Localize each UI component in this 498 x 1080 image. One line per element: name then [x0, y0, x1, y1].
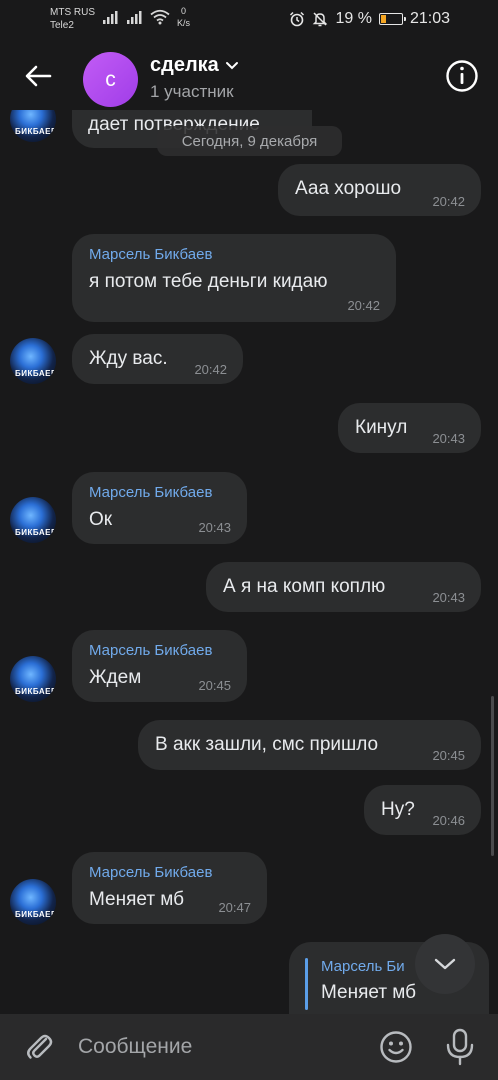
message-time: 20:43 — [198, 520, 231, 535]
message-text: Ааа хорошо — [295, 178, 402, 199]
message-time: 20:42 — [194, 362, 227, 377]
message-list[interactable]: БИКБАЕВ дает потверждение Сегодня, 9 дек… — [0, 110, 498, 1014]
network-speed-unit: K/s — [177, 18, 191, 28]
reply-sender-name: Марсель Би — [321, 958, 405, 975]
battery-icon — [378, 13, 406, 25]
incoming-message[interactable]: Марсель Бикбаев я потом тебе деньги кида… — [72, 234, 396, 322]
message-time: 20:43 — [432, 431, 465, 446]
network-speed: 0 K/s — [177, 5, 190, 29]
message-time: 20:42 — [432, 194, 465, 209]
message-time: 20:45 — [198, 678, 231, 693]
alarm-icon — [290, 11, 305, 27]
message-time: 20:46 — [432, 813, 465, 828]
message-text: я потом тебе деньги кидаю — [89, 271, 328, 292]
reply-quote-bar — [305, 958, 308, 1010]
chevron-down-icon — [225, 62, 238, 70]
clock: 21:03 — [409, 10, 450, 27]
incoming-message[interactable]: Марсель Бикбаев Ждем 20:45 — [72, 630, 247, 702]
outgoing-message[interactable]: Ну? 20:46 — [364, 785, 481, 835]
sender-name: Марсель Бикбаев — [89, 484, 213, 501]
carrier-labels: MTS RUS Tele2 — [50, 6, 95, 32]
avatar-caption: БИКБАЕВ — [15, 687, 56, 696]
chat-header: с сделка 1 участник — [0, 38, 498, 110]
outgoing-message[interactable]: Ааа хорошо 20:42 — [278, 164, 481, 216]
wifi-icon — [150, 9, 170, 25]
sender-name: Марсель Бикбаев — [89, 246, 213, 263]
sender-avatar[interactable]: БИКБАЕВ — [10, 879, 56, 925]
sender-name: Марсель Бикбаев — [89, 864, 213, 881]
emoji-icon[interactable] — [379, 1030, 413, 1064]
avatar-caption: БИКБАЕВ — [15, 127, 56, 136]
message-text: Меняет мб — [89, 889, 185, 910]
status-bar: MTS RUS Tele2 0 K/s 19 % 21:03 — [0, 0, 498, 38]
chat-title-text: сделка — [150, 54, 219, 76]
chat-title[interactable]: сделка — [150, 54, 239, 77]
date-separator: Сегодня, 9 декабря — [157, 126, 342, 156]
incoming-message[interactable]: Жду вас. 20:42 — [72, 334, 243, 384]
scroll-to-bottom-button[interactable] — [415, 934, 475, 994]
chevron-down-icon — [434, 958, 456, 970]
outgoing-message[interactable]: В акк зашли, смс пришло 20:45 — [138, 720, 481, 770]
outgoing-message[interactable]: А я на комп коплю 20:43 — [206, 562, 481, 612]
message-text: А я на комп коплю — [223, 576, 386, 597]
reply-quote-text: Меняет мб — [321, 982, 417, 1003]
battery-percent: 19 % — [335, 10, 372, 27]
mute-notifications-icon — [313, 12, 328, 27]
signal-strength-icon — [127, 11, 142, 24]
message-text: Кинул — [355, 417, 408, 438]
message-composer — [0, 1014, 498, 1080]
carrier-name-1: MTS RUS — [50, 7, 95, 18]
network-speed-value: 0 — [181, 6, 187, 16]
status-right: 19 % 21:03 — [289, 9, 450, 29]
back-button[interactable] — [20, 58, 56, 94]
message-time: 20:45 — [432, 748, 465, 763]
carrier-name-2: Tele2 — [50, 20, 74, 31]
microphone-icon[interactable] — [443, 1028, 477, 1066]
incoming-message[interactable]: Марсель Бикбаев Меняет мб 20:47 — [72, 852, 267, 924]
message-time: 20:47 — [218, 900, 251, 915]
arrow-left-icon — [25, 65, 52, 87]
message-text: Ждем — [89, 667, 142, 688]
message-text: Жду вас. — [89, 348, 168, 369]
incoming-message[interactable]: Марсель Бикбаев Ок 20:43 — [72, 472, 247, 544]
avatar-caption: БИКБАЕВ — [15, 528, 56, 537]
chat-avatar-letter: с — [105, 67, 116, 91]
paperclip-icon[interactable] — [22, 1030, 56, 1064]
scrollbar[interactable] — [491, 696, 494, 856]
avatar-caption: БИКБАЕВ — [15, 369, 56, 378]
avatar-caption: БИКБАЕВ — [15, 910, 56, 919]
chat-avatar[interactable]: с — [83, 52, 138, 107]
message-text: В акк зашли, смс пришло — [155, 734, 379, 755]
chat-subtitle: 1 участник — [150, 82, 234, 101]
sender-avatar[interactable]: БИКБАЕВ — [10, 497, 56, 543]
outgoing-message[interactable]: Кинул 20:43 — [338, 403, 481, 453]
message-time: 20:42 — [347, 298, 380, 313]
sender-avatar[interactable]: БИКБАЕВ — [10, 110, 56, 142]
signal-strength-icon — [103, 11, 118, 24]
message-input[interactable] — [78, 1032, 358, 1062]
sender-name: Марсель Бикбаев — [89, 642, 213, 659]
message-time: 20:43 — [432, 590, 465, 605]
info-icon[interactable] — [445, 59, 479, 93]
message-text: Ок — [89, 509, 113, 530]
sender-avatar[interactable]: БИКБАЕВ — [10, 338, 56, 384]
sender-avatar[interactable]: БИКБАЕВ — [10, 656, 56, 702]
message-text: Ну? — [381, 799, 415, 820]
